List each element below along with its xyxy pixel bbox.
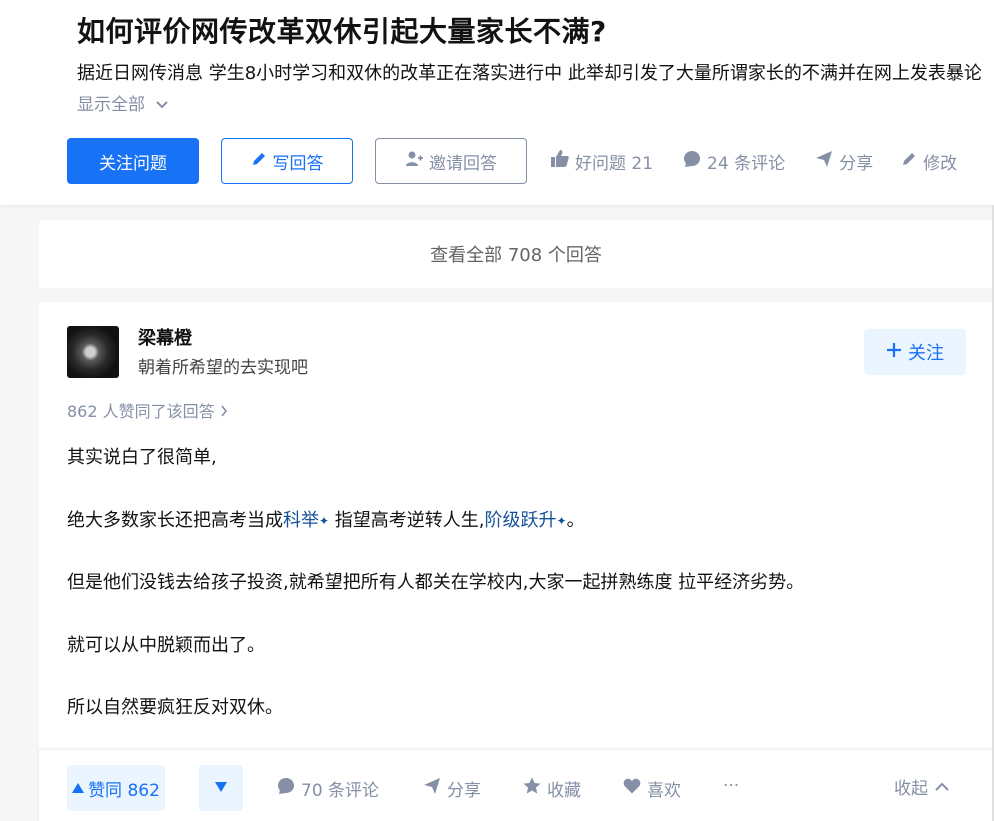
heart-icon (623, 778, 641, 799)
triangle-down-icon (215, 780, 227, 796)
chevron-up-icon (934, 777, 950, 797)
question-comments-button[interactable]: 24 条评论 (683, 149, 785, 174)
view-all-answers-button[interactable]: 查看全部 708 个回答 (39, 220, 993, 288)
like-label: 喜欢 (647, 781, 681, 801)
edit-question-label: 修改 (923, 153, 958, 174)
follow-author-button[interactable]: 关注 (864, 329, 966, 375)
question-description: 据近日网传消息 学生8小时学习和双休的改革正在落实进行中 此举却引发了大量所谓家… (77, 58, 992, 122)
answer-paragraph: 就可以从中脱颖而出了。 (67, 634, 265, 656)
triangle-up-icon (72, 778, 85, 798)
answer-card: 梁幕橙 朝着所希望的去实现吧 关注 862 人赞同了该回答 其实说白了很简单, … (39, 302, 993, 821)
chevron-down-icon[interactable] (151, 98, 169, 114)
keyword-link-keju[interactable]: 科举 (283, 510, 319, 531)
collapse-button[interactable]: 收起 (894, 774, 950, 799)
author-bio: 朝着所希望的去实现吧 (138, 358, 308, 378)
good-question-label: 好问题 21 (575, 153, 654, 174)
answer-action-bar: 赞同 862 70 条评论 分享 收藏 喜欢 ··· 收起 (39, 750, 993, 821)
upvote-label: 赞同 862 (88, 780, 160, 801)
invite-answer-button[interactable]: 邀请回答 (375, 138, 527, 184)
answer-text: 指望高考逆转人生, (329, 509, 485, 531)
keyword-link-jieji[interactable]: 阶级跃升 (485, 510, 557, 531)
answer-paragraph: 但是他们没钱去给孩子投资,就希望把所有人都关在学校内,大家一起拼熟练度 拉平经济… (67, 572, 805, 593)
collapse-label: 收起 (894, 779, 928, 799)
sparkle-icon: ✦ (556, 513, 567, 528)
question-share-button[interactable]: 分享 (815, 149, 873, 174)
follow-author-label: 关注 (908, 343, 944, 364)
answer-text: 。 (566, 509, 585, 531)
answer-paragraph: 绝大多数家长还把高考当成科举✦ 指望高考逆转人生,阶级跃升✦。 (67, 505, 967, 568)
question-title: 如何评价网传改革双休引起大量家长不满? (77, 15, 607, 48)
comment-icon (683, 150, 701, 173)
question-comments-label: 24 条评论 (707, 153, 786, 174)
pencil-icon (251, 151, 267, 172)
question-actions: 关注问题 写回答 邀请回答 好问题 21 24 条评论 分享 修改 (67, 138, 957, 184)
edit-question-button[interactable]: 修改 (901, 149, 957, 174)
avatar[interactable] (67, 326, 119, 378)
sparkle-icon: ✦ (319, 513, 330, 528)
question-description-text: 据近日网传消息 学生8小时学习和双休的改革正在落实进行中 此举却引发了大量所谓家… (77, 63, 982, 84)
answer-content: 其实说白了很简单, 绝大多数家长还把高考当成科举✦ 指望高考逆转人生,阶级跃升✦… (67, 442, 967, 755)
star-icon (523, 777, 541, 800)
thumbs-up-icon (551, 150, 569, 172)
chevron-right-icon (220, 402, 228, 421)
question-share-label: 分享 (839, 153, 874, 174)
good-question-button[interactable]: 好问题 21 (551, 149, 653, 174)
answer-text: 绝大多数家长还把高考当成 (67, 509, 283, 531)
answer-share-button[interactable]: 分享 (423, 776, 481, 801)
like-button[interactable]: 喜欢 (623, 776, 681, 801)
invite-user-icon (405, 151, 423, 172)
write-answer-label: 写回答 (272, 153, 324, 174)
show-all-link[interactable]: 显示全部 (77, 95, 145, 115)
answer-comments-label: 70 条评论 (301, 781, 380, 801)
write-answer-button[interactable]: 写回答 (221, 138, 353, 184)
answer-comments-button[interactable]: 70 条评论 (277, 776, 379, 801)
answer-share-label: 分享 (447, 781, 481, 801)
paper-plane-icon (423, 777, 441, 800)
paper-plane-icon (815, 150, 833, 173)
more-options-button[interactable]: ··· (723, 776, 739, 796)
invite-answer-label: 邀请回答 (429, 153, 497, 174)
answer-paragraph: 其实说白了很简单, (67, 447, 217, 468)
upvote-button[interactable]: 赞同 862 (67, 765, 165, 811)
question-header: 如何评价网传改革双休引起大量家长不满? 据近日网传消息 学生8小时学习和双休的改… (0, 0, 994, 205)
downvote-button[interactable] (199, 765, 243, 811)
plus-icon (886, 342, 902, 363)
collect-button[interactable]: 收藏 (523, 776, 581, 801)
answer-paragraph: 所以自然要疯狂反对双休。 (67, 697, 283, 718)
collect-label: 收藏 (547, 781, 581, 801)
vote-summary-text: 862 人赞同了该回答 (67, 402, 215, 421)
vote-summary-link[interactable]: 862 人赞同了该回答 (67, 398, 228, 422)
comment-icon (277, 777, 295, 800)
author-name[interactable]: 梁幕橙 (138, 324, 192, 350)
follow-question-button[interactable]: 关注问题 (67, 138, 199, 184)
pencil-icon (901, 151, 917, 172)
